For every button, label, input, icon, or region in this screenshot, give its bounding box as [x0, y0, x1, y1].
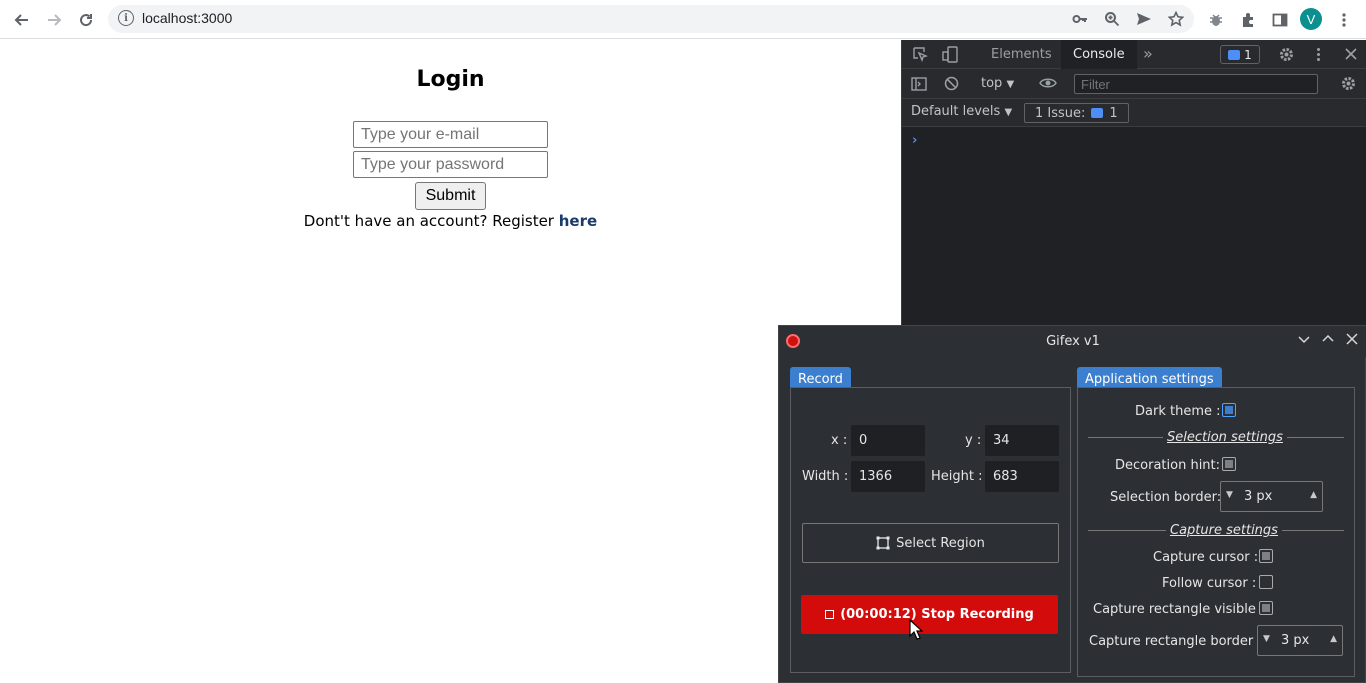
decoration-hint-label: Decoration hint: — [1115, 458, 1221, 473]
sidebar-icon[interactable] — [1268, 8, 1292, 32]
stop-recording-button[interactable]: (00:00:12) Stop Recording — [801, 595, 1058, 634]
increment-icon[interactable]: ▲ — [1310, 490, 1317, 500]
extensions-icon[interactable] — [1236, 8, 1260, 32]
tab-elements[interactable]: Elements — [979, 40, 1064, 69]
info-icon[interactable]: i — [118, 10, 134, 26]
page-title: Login — [416, 67, 485, 92]
console-levels-bar: Default levels ▼ 1 Issue: 1 — [902, 99, 1366, 127]
height-label: Height : — [931, 469, 983, 484]
stop-recording-label: (00:00:12) Stop Recording — [840, 607, 1034, 622]
close-devtools-icon[interactable] — [1344, 47, 1358, 64]
capture-rect-border-value: 3 px — [1281, 633, 1310, 648]
inspect-icon[interactable] — [913, 47, 928, 65]
forward-icon[interactable] — [42, 8, 66, 32]
select-region-button[interactable]: Select Region — [802, 523, 1059, 563]
device-toolbar-icon[interactable] — [942, 46, 958, 66]
zoom-icon[interactable] — [1100, 7, 1124, 31]
address-bar[interactable]: i localhost:3000 — [108, 5, 1194, 33]
decoration-hint-checkbox[interactable] — [1222, 457, 1236, 471]
screen: i localhost:3000 V Login Type your e-mai… — [0, 0, 1366, 683]
issue-label: 1 Issue: — [1035, 105, 1086, 121]
issues-button[interactable]: 1 Issue: 1 — [1024, 103, 1129, 123]
email-field[interactable] — [353, 121, 548, 148]
reload-icon[interactable] — [74, 8, 98, 32]
levels-label: Default levels — [911, 104, 1001, 119]
capture-rect-border-label: Capture rectangle border : — [1089, 634, 1262, 649]
password-field[interactable] — [353, 151, 548, 178]
capture-rect-visible-label: Capture rectangle visible : — [1093, 602, 1265, 617]
selection-settings-heading: Selection settings — [1163, 430, 1287, 445]
capture-rect-border-spinner[interactable]: ▼ 3 px ▲ — [1257, 625, 1343, 656]
issue-count: 1 — [1109, 105, 1118, 121]
message-icon — [1228, 49, 1241, 60]
tab-console[interactable]: Console — [1061, 40, 1137, 69]
dark-theme-checkbox[interactable] — [1222, 403, 1236, 417]
decrement-icon[interactable]: ▼ — [1226, 490, 1233, 500]
window-title: Gifex v1 — [1046, 334, 1100, 349]
issues-badge[interactable]: 1 — [1220, 45, 1260, 64]
star-icon[interactable] — [1164, 7, 1188, 31]
devtools-tabbar: Elements Console » 1 — [902, 40, 1366, 69]
minimize-icon[interactable] — [1297, 332, 1311, 349]
clear-console-icon[interactable] — [944, 76, 959, 94]
register-text: Dont't have an account? Register — [303, 212, 559, 230]
close-icon[interactable] — [1345, 332, 1359, 349]
x-label: x : — [831, 433, 848, 448]
chevron-down-icon: ▼ — [1004, 107, 1013, 118]
eye-icon[interactable] — [1039, 77, 1057, 92]
increment-icon[interactable]: ▲ — [1330, 634, 1337, 644]
stop-icon — [825, 610, 835, 619]
capture-settings-heading: Capture settings — [1166, 523, 1282, 538]
follow-cursor-checkbox[interactable] — [1259, 575, 1273, 589]
y-field[interactable]: 34 — [985, 425, 1059, 456]
register-link[interactable]: here — [559, 212, 597, 230]
capture-rect-visible-checkbox[interactable] — [1259, 601, 1273, 615]
submit-button[interactable]: Submit — [415, 182, 486, 210]
selection-border-label: Selection border: — [1110, 490, 1222, 505]
dark-theme-label: Dark theme : — [1135, 404, 1221, 419]
context-label: top — [981, 76, 1003, 91]
page-content: Login Submit Dont't have an account? Reg… — [0, 40, 901, 683]
region-icon — [876, 536, 890, 550]
chevron-down-icon: ▼ — [1006, 79, 1015, 90]
height-field[interactable]: 683 — [985, 461, 1059, 492]
url-text: localhost:3000 — [142, 10, 233, 26]
menu-icon[interactable] — [1332, 8, 1356, 32]
settings-icon[interactable] — [1279, 47, 1294, 65]
issues-count: 1 — [1244, 47, 1252, 62]
console-toolbar: top ▼ — [902, 69, 1366, 99]
filter-input[interactable] — [1074, 74, 1318, 94]
y-label: y : — [965, 433, 982, 448]
avatar[interactable]: V — [1300, 8, 1322, 30]
levels-select[interactable]: Default levels ▼ — [911, 104, 1012, 119]
selection-border-spinner[interactable]: ▼ 3 px ▲ — [1220, 481, 1323, 512]
width-label: Width : — [802, 469, 849, 484]
back-icon[interactable] — [10, 8, 34, 32]
capture-cursor-label: Capture cursor : — [1153, 550, 1259, 565]
gifex-window: Gifex v1 Record x : 0 y : 34 Width : 136… — [778, 325, 1366, 683]
select-region-label: Select Region — [896, 535, 985, 551]
console-prompt-icon[interactable]: › — [912, 133, 917, 148]
selection-border-value: 3 px — [1244, 489, 1273, 504]
decrement-icon[interactable]: ▼ — [1263, 634, 1270, 644]
capture-cursor-checkbox[interactable] — [1259, 549, 1273, 563]
register-prompt: Dont't have an account? Register here — [0, 212, 901, 230]
gifex-titlebar[interactable]: Gifex v1 — [779, 326, 1366, 357]
sidebar-toggle-icon[interactable] — [911, 77, 927, 94]
console-settings-icon[interactable] — [1341, 76, 1356, 94]
message-icon — [1091, 108, 1104, 118]
browser-toolbar: i localhost:3000 V — [0, 0, 1366, 39]
more-tabs-icon[interactable]: » — [1143, 46, 1153, 62]
send-icon[interactable] — [1132, 7, 1156, 31]
maximize-icon[interactable] — [1321, 332, 1335, 349]
bug-icon[interactable] — [1204, 8, 1228, 32]
kebab-menu-icon[interactable] — [1311, 47, 1326, 65]
x-field[interactable]: 0 — [851, 425, 925, 456]
key-icon[interactable] — [1068, 7, 1092, 31]
devtools-panel: Elements Console » 1 top ▼ Filter Defaul… — [901, 40, 1366, 325]
settings-panel: Dark theme : Selection settings Decorati… — [1077, 387, 1355, 677]
follow-cursor-label: Follow cursor : — [1162, 576, 1257, 591]
context-select[interactable]: top ▼ — [981, 76, 1014, 91]
width-field[interactable]: 1366 — [851, 461, 925, 492]
